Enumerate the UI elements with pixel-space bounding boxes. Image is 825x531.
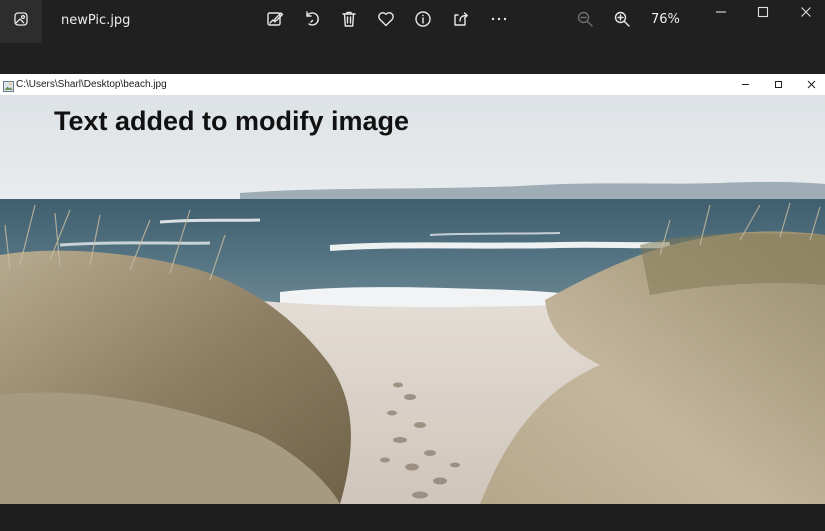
minimize-icon bbox=[741, 76, 750, 94]
minimize-icon bbox=[715, 5, 727, 23]
close-icon bbox=[807, 76, 816, 94]
overlay-caption: Text added to modify image bbox=[54, 106, 410, 136]
info-icon bbox=[414, 10, 432, 33]
beach-photo bbox=[0, 95, 825, 504]
viewer-file-path: C:\Users\Sharl\Desktop\beach.jpg bbox=[16, 79, 167, 90]
minimize-button[interactable] bbox=[701, 0, 741, 28]
more-button[interactable] bbox=[486, 8, 512, 34]
trash-icon bbox=[340, 10, 358, 33]
maximize-icon bbox=[757, 5, 769, 23]
info-button[interactable] bbox=[410, 8, 436, 34]
viewer-close-button[interactable] bbox=[796, 74, 825, 95]
maximize-icon bbox=[774, 76, 783, 94]
zoom-out-icon bbox=[576, 10, 594, 33]
zoom-in-button[interactable] bbox=[609, 8, 635, 34]
share-button[interactable] bbox=[448, 8, 474, 34]
favorite-button[interactable] bbox=[373, 8, 399, 34]
heart-icon bbox=[377, 10, 395, 33]
more-icon bbox=[490, 10, 508, 33]
image-viewer-window: C:\Users\Sharl\Desktop\beach.jpg Text ad… bbox=[0, 74, 825, 504]
close-icon bbox=[800, 5, 812, 23]
rotate-icon bbox=[303, 10, 321, 33]
viewer-minimize-button[interactable] bbox=[730, 74, 760, 95]
delete-button[interactable] bbox=[336, 8, 362, 34]
image-canvas: Text added to modify image bbox=[0, 95, 825, 504]
image-file-icon bbox=[3, 79, 14, 92]
viewer-maximize-button[interactable] bbox=[763, 74, 793, 95]
photos-app-toolbar: newPic.jpg 76% bbox=[0, 0, 825, 74]
zoom-in-icon bbox=[613, 10, 631, 33]
edit-image-button[interactable] bbox=[262, 8, 288, 34]
close-button[interactable] bbox=[786, 0, 825, 28]
photos-bottom-strip bbox=[0, 504, 825, 531]
viewer-titlebar[interactable]: C:\Users\Sharl\Desktop\beach.jpg bbox=[0, 74, 825, 95]
zoom-out-button[interactable] bbox=[572, 8, 598, 34]
zoom-level[interactable]: 76% bbox=[651, 12, 680, 28]
app-gallery-button[interactable] bbox=[0, 0, 42, 43]
rotate-button[interactable] bbox=[299, 8, 325, 34]
edit-image-icon bbox=[266, 10, 284, 33]
maximize-button[interactable] bbox=[743, 0, 783, 28]
gallery-icon bbox=[13, 11, 29, 32]
file-name: newPic.jpg bbox=[61, 13, 131, 28]
share-icon bbox=[452, 10, 470, 33]
